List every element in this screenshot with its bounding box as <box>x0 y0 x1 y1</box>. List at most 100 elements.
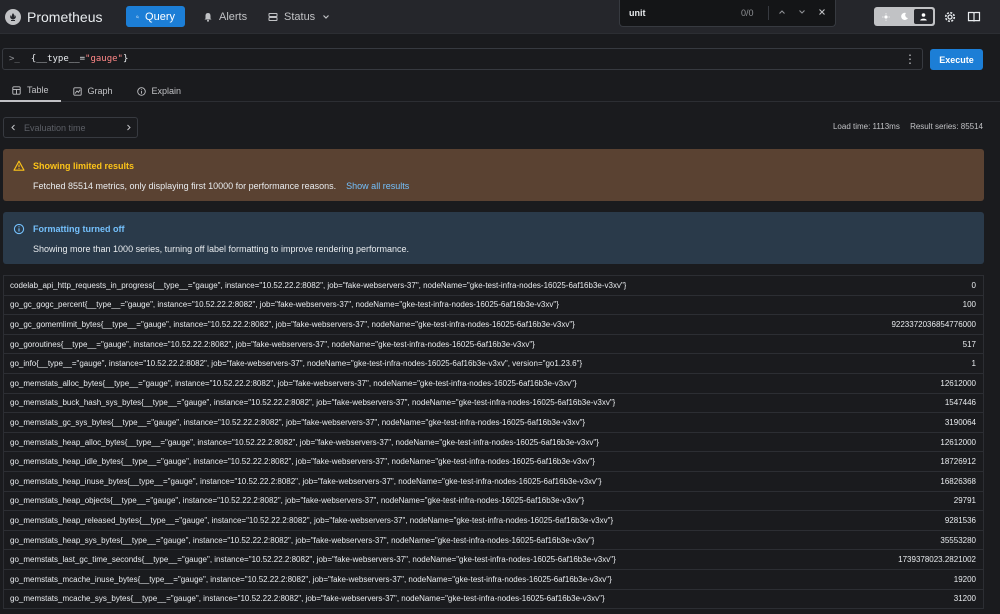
series-label: go_info{__type__="gauge", instance="10.5… <box>10 359 583 369</box>
sun-icon <box>881 12 890 21</box>
documentation-button[interactable] <box>965 8 983 26</box>
series-value: 100 <box>962 300 976 310</box>
theme-dark-button[interactable] <box>895 9 914 24</box>
chevron-left-icon <box>10 124 15 130</box>
series-value: 19200 <box>953 574 976 584</box>
table-icon <box>12 85 21 95</box>
series-label: go_memstats_heap_inuse_bytes{__type__="g… <box>10 476 602 486</box>
find-in-page-popup: unit 0/0 <box>619 0 836 27</box>
tab-table-label: Table <box>27 85 49 95</box>
series-value: 12612000 <box>940 437 976 447</box>
series-label: go_memstats_heap_released_bytes{__type__… <box>10 515 614 525</box>
series-label: codelab_api_http_requests_in_progress{__… <box>10 280 627 290</box>
settings-button[interactable] <box>941 8 959 26</box>
alert-message: Showing more than 1000 series, turning o… <box>33 244 410 254</box>
navbar: Prometheus Query Alerts Status <box>0 0 1000 34</box>
table-row: go_memstats_heap_sys_bytes{__type__="gau… <box>4 531 983 551</box>
result-tabs: Table Graph Explain <box>0 80 1000 102</box>
table-row: go_memstats_heap_alloc_bytes{__type__="g… <box>4 433 983 453</box>
series-value: 0 <box>971 280 976 290</box>
limited-results-alert: Showing limited results Fetched 85514 me… <box>3 149 984 201</box>
server-icon <box>268 12 278 21</box>
book-icon <box>967 11 981 22</box>
expression-input[interactable]: >_ {__type__= "gauge"} ⋮ <box>2 48 923 70</box>
series-value: 35553280 <box>940 535 976 545</box>
table-row: go_info{__type__="gauge", instance="10.5… <box>4 354 983 374</box>
tab-graph[interactable]: Graph <box>61 80 125 102</box>
series-value: 1739378023.2821002 <box>898 555 976 565</box>
alert-title: Formatting turned off <box>33 224 125 234</box>
eval-time-back-button[interactable] <box>4 123 22 133</box>
expression-string-literal: "gauge" <box>85 54 123 64</box>
more-options-icon[interactable]: ⋮ <box>904 52 916 66</box>
series-label: go_gc_gogc_percent{__type__="gauge", ins… <box>10 300 559 310</box>
table-row: go_memstats_heap_inuse_bytes{__type__="g… <box>4 472 983 492</box>
series-value: 12612000 <box>940 378 976 388</box>
find-next-button[interactable] <box>798 8 806 19</box>
series-label: go_gc_gomemlimit_bytes{__type__="gauge",… <box>10 319 575 329</box>
chevron-up-icon <box>779 9 785 14</box>
bell-icon <box>204 12 212 22</box>
table-row: go_gc_gogc_percent{__type__="gauge", ins… <box>4 296 983 316</box>
eval-time-forward-button[interactable] <box>119 123 137 133</box>
series-label: go_memstats_heap_sys_bytes{__type__="gau… <box>10 535 595 545</box>
tab-table[interactable]: Table <box>0 80 61 102</box>
execute-button[interactable]: Execute <box>930 49 983 70</box>
chevron-down-icon <box>799 9 805 14</box>
table-row: go_memstats_mcache_sys_bytes{__type__="g… <box>4 590 983 610</box>
series-label: go_memstats_mcache_sys_bytes{__type__="g… <box>10 594 605 604</box>
alert-title: Showing limited results <box>33 161 135 171</box>
nav-alerts-label: Alerts <box>219 10 248 23</box>
brand-name: Prometheus <box>27 8 103 25</box>
series-value: 1547446 <box>944 398 976 408</box>
nav-query-button[interactable]: Query <box>126 6 185 27</box>
tab-graph-label: Graph <box>87 86 113 96</box>
series-label: go_memstats_gc_sys_bytes{__type__="gauge… <box>10 417 586 427</box>
series-value: 16826368 <box>940 476 976 486</box>
nav-status-label: Status <box>284 10 316 23</box>
table-row: go_memstats_gc_sys_bytes{__type__="gauge… <box>4 413 983 433</box>
theme-toggle[interactable] <box>874 7 935 26</box>
series-value: 18726912 <box>940 457 976 467</box>
series-value: 3190064 <box>944 417 976 427</box>
nav-status-button[interactable]: Status <box>258 6 340 27</box>
series-label: go_memstats_alloc_bytes{__type__="gauge"… <box>10 378 577 388</box>
prometheus-logo[interactable]: Prometheus <box>5 8 103 25</box>
chart-icon <box>72 86 82 96</box>
results-table: codelab_api_http_requests_in_progress{__… <box>3 275 984 610</box>
load-time: Load time: 1113ms <box>832 122 900 131</box>
table-row: go_memstats_heap_objects{__type__="gauge… <box>4 492 983 512</box>
chevron-down-icon <box>323 14 330 19</box>
eval-time-input[interactable]: Evaluation time <box>22 123 119 133</box>
expression-text-part: } <box>122 54 129 64</box>
close-icon <box>819 8 825 15</box>
user-icon <box>920 13 927 21</box>
query-stats: Load time: 1113ms Result series: 85514 <box>833 122 983 131</box>
table-row: go_memstats_alloc_bytes{__type__="gauge"… <box>4 374 983 394</box>
alert-body: Fetched 85514 metrics, only displaying f… <box>33 181 984 191</box>
series-label: go_memstats_heap_idle_bytes{__type__="ga… <box>10 457 595 467</box>
find-previous-button[interactable] <box>778 8 786 19</box>
formatting-off-alert: Formatting turned off Showing more than … <box>3 212 984 264</box>
alert-message: Fetched 85514 metrics, only displaying f… <box>33 181 337 191</box>
table-row: go_goroutines{__type__="gauge", instance… <box>4 335 983 355</box>
series-label: go_goroutines{__type__="gauge", instance… <box>10 339 535 349</box>
table-row: go_memstats_last_gc_time_seconds{__type_… <box>4 550 983 570</box>
gear-icon <box>944 11 956 23</box>
search-icon <box>136 15 139 18</box>
show-all-results-link[interactable]: Show all results <box>346 181 409 191</box>
nav-alerts-button[interactable]: Alerts <box>193 6 257 27</box>
theme-light-button[interactable] <box>876 9 895 24</box>
nav-query-label: Query <box>145 10 175 23</box>
terminal-prompt-icon: >_ <box>9 54 20 64</box>
theme-auto-button[interactable] <box>914 9 933 24</box>
series-value: 29791 <box>953 496 976 506</box>
find-input[interactable]: unit <box>629 8 741 18</box>
find-close-button[interactable] <box>818 8 826 19</box>
info-icon <box>13 223 25 238</box>
series-value: 1 <box>971 359 976 369</box>
series-value: 9223372036854776000 <box>891 319 976 329</box>
tab-explain[interactable]: Explain <box>125 80 194 102</box>
chevron-right-icon <box>126 124 131 130</box>
prometheus-flame-icon <box>5 8 21 25</box>
